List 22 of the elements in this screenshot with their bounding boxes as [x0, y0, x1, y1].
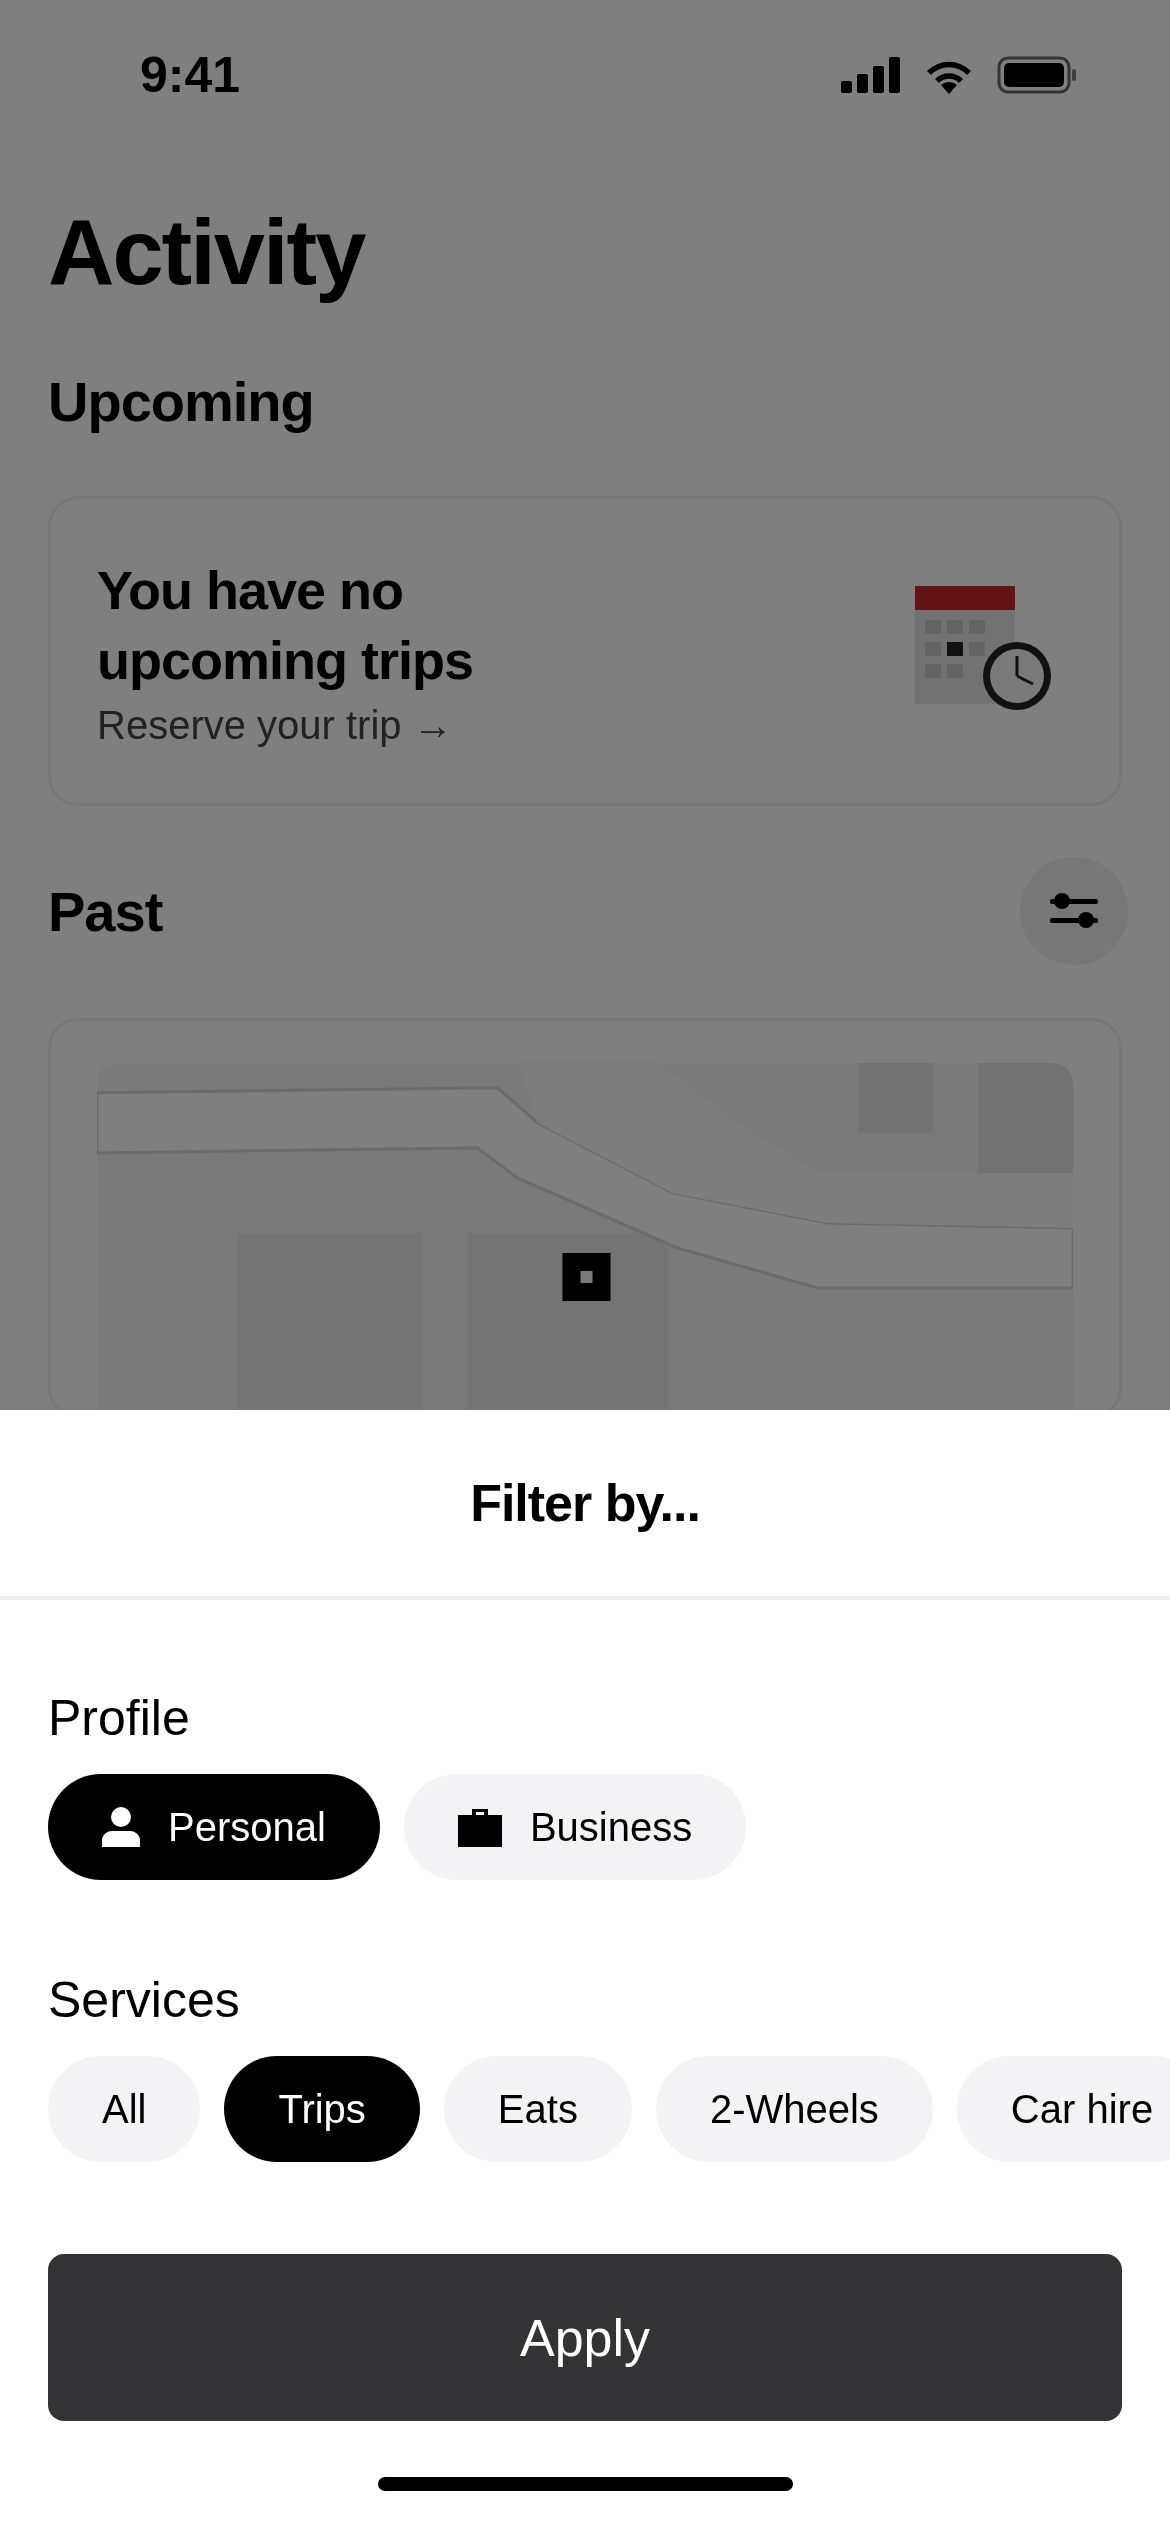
sheet-title: Filter by... [0, 1410, 1170, 1600]
filter-chip[interactable]: Car hire [956, 2056, 1170, 2162]
filter-chip[interactable]: Personal [48, 1774, 380, 1880]
section-heading: Upcoming [48, 369, 315, 434]
page-title: Activity [48, 200, 367, 305]
briefcase-icon [457, 1807, 502, 1847]
signal-icon [841, 57, 901, 93]
status-time: 9:41 [140, 46, 241, 104]
section-label: Services [48, 1971, 241, 2030]
filter-chip[interactable]: 2-Wheels [655, 2056, 933, 2162]
upcoming-card[interactable]: You have no upcoming trips Reserve your trip → [48, 496, 1122, 806]
filter-chip[interactable]: All [48, 2056, 201, 2162]
filter-chip[interactable]: Eats [443, 2056, 632, 2162]
apply-button[interactable]: Apply [48, 2254, 1122, 2421]
section-label: Profile [48, 1689, 191, 1748]
filter-chip[interactable]: Trips [224, 2056, 420, 2162]
filter-chip[interactable]: Business [403, 1774, 747, 1880]
reserve-link[interactable]: Reserve your trip → [97, 702, 657, 748]
sliders-icon [1050, 891, 1098, 931]
card-title: You have no upcoming trips [97, 558, 474, 692]
section-heading: Past [48, 878, 163, 944]
person-icon [102, 1807, 140, 1847]
